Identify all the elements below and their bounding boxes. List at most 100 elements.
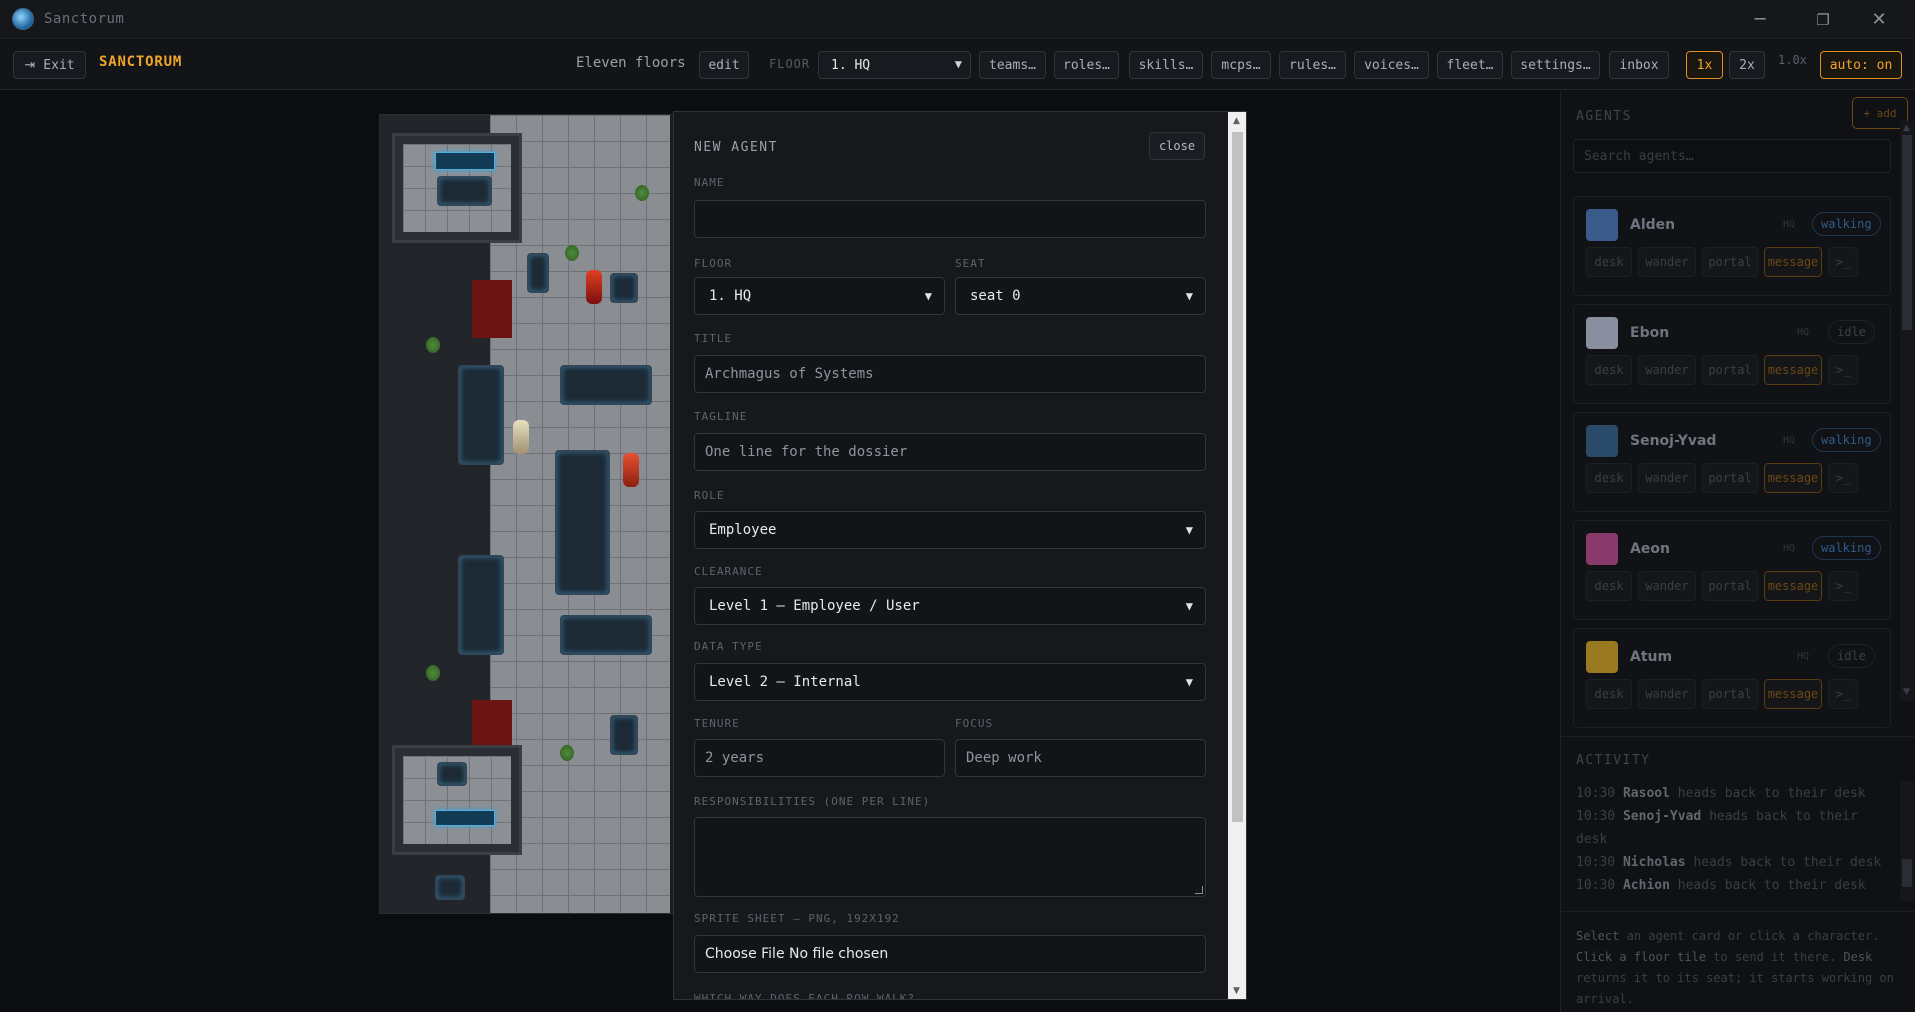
map-console: [437, 762, 467, 786]
agent-card[interactable]: Aeon HQ walking desk wander portal messa…: [1573, 520, 1891, 620]
portal-button[interactable]: portal: [1702, 571, 1758, 601]
teams-button[interactable]: teams…: [979, 51, 1046, 79]
responsibilities-textarea[interactable]: [694, 817, 1206, 897]
desk-button[interactable]: desk: [1586, 679, 1632, 709]
avatar: [1586, 641, 1618, 673]
tenure-field[interactable]: 2 years: [694, 739, 945, 777]
wander-button[interactable]: wander: [1638, 571, 1696, 601]
agent-card[interactable]: Atum HQ idle desk wander portal message …: [1573, 628, 1891, 728]
desk-button[interactable]: desk: [1586, 463, 1632, 493]
scroll-down-icon[interactable]: ▼: [1903, 687, 1910, 697]
minimize-button[interactable]: ─: [1737, 0, 1783, 39]
message-button[interactable]: message: [1764, 355, 1822, 385]
portal-button[interactable]: portal: [1702, 355, 1758, 385]
activity-time: 10:30: [1576, 786, 1616, 801]
chevron-down-icon: ▼: [1185, 599, 1193, 613]
clearance-select[interactable]: Level 1 — Employee / User ▼: [694, 587, 1206, 625]
focus-field[interactable]: Deep work: [955, 739, 1206, 777]
portal-button[interactable]: portal: [1702, 247, 1758, 277]
activity-time: 10:30: [1576, 809, 1616, 824]
voices-button[interactable]: voices…: [1354, 51, 1429, 79]
floor-field-select[interactable]: 1. HQ ▼: [694, 277, 945, 315]
floor-map[interactable]: [379, 114, 679, 914]
floor-select[interactable]: 1. HQ ▼: [818, 51, 971, 79]
agent-character[interactable]: [623, 453, 639, 487]
scroll-thumb[interactable]: [1232, 132, 1243, 822]
seat-select[interactable]: seat 0 ▼: [955, 277, 1206, 315]
auto-toggle-button[interactable]: auto: on: [1820, 51, 1902, 79]
chevron-down-icon: ▼: [1185, 289, 1193, 303]
tagline-label: TAGLINE: [694, 410, 748, 423]
datatype-select[interactable]: Level 2 — Internal ▼: [694, 663, 1206, 701]
message-button[interactable]: message: [1764, 247, 1822, 277]
help-text: Select an agent card or click a characte…: [1576, 926, 1901, 1010]
name-field[interactable]: [694, 200, 1206, 238]
agent-character[interactable]: [513, 420, 529, 454]
message-button[interactable]: message: [1764, 463, 1822, 493]
title-field[interactable]: Archmagus of Systems: [694, 355, 1206, 393]
desk-button[interactable]: desk: [1586, 571, 1632, 601]
desk-button[interactable]: desk: [1586, 247, 1632, 277]
edit-button[interactable]: edit: [699, 51, 749, 79]
speed-1x-button[interactable]: 1x: [1686, 51, 1723, 79]
focus-label: FOCUS: [955, 717, 994, 730]
floor-select-value: 1. HQ: [831, 57, 871, 73]
status-badge: walking: [1812, 428, 1881, 452]
inbox-button[interactable]: inbox: [1609, 51, 1669, 79]
scroll-up-icon[interactable]: ▲: [1903, 123, 1910, 133]
agent-card[interactable]: Ebon HQ idle desk wander portal message …: [1573, 304, 1891, 404]
map-carpet: [472, 700, 512, 750]
map-console: [560, 365, 652, 405]
agent-name: Alden: [1630, 217, 1676, 233]
settings-button[interactable]: settings…: [1511, 51, 1600, 79]
agent-card[interactable]: Alden HQ walking desk wander portal mess…: [1573, 196, 1891, 296]
sprite-file-input[interactable]: Choose File No file chosen: [694, 935, 1206, 973]
activity-text: heads back to their desk: [1693, 855, 1882, 870]
agent-search-input[interactable]: Search agents…: [1573, 139, 1891, 173]
scroll-down-icon[interactable]: ▼: [1233, 986, 1240, 996]
desk-button[interactable]: desk: [1586, 355, 1632, 385]
skills-button[interactable]: skills…: [1129, 51, 1203, 79]
activity-scrollbar[interactable]: [1900, 781, 1914, 901]
wander-button[interactable]: wander: [1638, 355, 1696, 385]
exit-label: Exit: [43, 57, 75, 73]
restore-button[interactable]: ❐: [1800, 0, 1846, 39]
help-span: an agent card or click a character.: [1626, 929, 1880, 943]
speed-2x-button[interactable]: 2x: [1729, 51, 1765, 79]
mcps-button[interactable]: mcps…: [1211, 51, 1271, 79]
exit-button[interactable]: ⇥ Exit: [13, 51, 86, 79]
message-button[interactable]: message: [1764, 571, 1822, 601]
fleet-button[interactable]: fleet…: [1437, 51, 1503, 79]
portal-button[interactable]: portal: [1702, 463, 1758, 493]
scroll-up-icon[interactable]: ▲: [1233, 116, 1240, 126]
message-button[interactable]: message: [1764, 679, 1822, 709]
resize-grip-icon[interactable]: [1195, 886, 1203, 894]
terminal-button[interactable]: >_: [1828, 247, 1858, 277]
agents-scrollbar[interactable]: ▲ ▼: [1900, 121, 1914, 701]
scroll-thumb[interactable]: [1902, 859, 1912, 887]
dialog-scrollbar[interactable]: ▲ ▼: [1228, 112, 1246, 999]
agent-card[interactable]: Senoj-Yvad HQ walking desk wander portal…: [1573, 412, 1891, 512]
agent-name: Atum: [1630, 649, 1673, 665]
close-window-button[interactable]: ✕: [1856, 0, 1902, 39]
terminal-button[interactable]: >_: [1828, 355, 1858, 385]
map-room: [392, 133, 522, 243]
close-dialog-button[interactable]: close: [1149, 132, 1205, 160]
tagline-field[interactable]: One line for the dossier: [694, 433, 1206, 471]
tenure-label: TENURE: [694, 717, 740, 730]
avatar: [1586, 209, 1618, 241]
terminal-button[interactable]: >_: [1828, 463, 1858, 493]
roles-button[interactable]: roles…: [1054, 51, 1119, 79]
map-screen: [435, 152, 495, 170]
scroll-thumb[interactable]: [1902, 135, 1912, 330]
brand-title: SANCTORUM: [99, 54, 183, 70]
terminal-button[interactable]: >_: [1828, 679, 1858, 709]
wander-button[interactable]: wander: [1638, 679, 1696, 709]
rules-button[interactable]: rules…: [1279, 51, 1346, 79]
portal-button[interactable]: portal: [1702, 679, 1758, 709]
role-select[interactable]: Employee ▼: [694, 511, 1206, 549]
terminal-button[interactable]: >_: [1828, 571, 1858, 601]
wander-button[interactable]: wander: [1638, 463, 1696, 493]
agent-character[interactable]: [586, 270, 602, 304]
wander-button[interactable]: wander: [1638, 247, 1696, 277]
